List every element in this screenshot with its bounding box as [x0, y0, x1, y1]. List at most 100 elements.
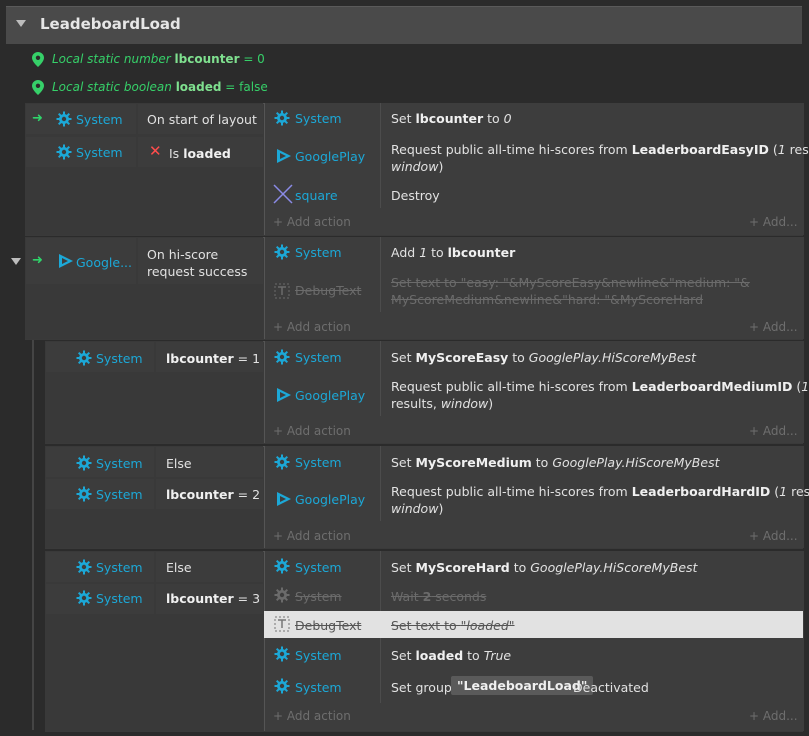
- action-text[interactable]: Request public all-time hi-scores from L…: [391, 483, 809, 500]
- system-gear-icon: [274, 454, 290, 470]
- action-text[interactable]: Add 1 to lbcounter: [391, 244, 515, 261]
- text-object-icon: [274, 616, 290, 632]
- add-more-link[interactable]: + Add...: [749, 529, 798, 543]
- system-gear-icon: [76, 559, 92, 575]
- action-object-label[interactable]: System: [295, 680, 342, 695]
- condition-text: lbcounter = 3: [166, 591, 261, 606]
- action-text[interactable]: Set MyScoreMedium to GooglePlay.HiScoreM…: [391, 454, 719, 471]
- condition-text: On hi-score: [147, 247, 219, 262]
- system-gear-icon: [56, 144, 72, 160]
- add-more-link[interactable]: + Add...: [749, 424, 798, 438]
- action-object-label[interactable]: System: [295, 111, 342, 126]
- add-more-link[interactable]: + Add...: [749, 215, 798, 229]
- condition-object-label: System: [96, 487, 143, 502]
- condition-text: On start of layout: [147, 112, 257, 127]
- system-gear-icon: [274, 244, 290, 260]
- condition-text: Else: [166, 456, 192, 471]
- action-object-label[interactable]: square: [295, 188, 338, 203]
- system-gear-icon: [274, 349, 290, 365]
- action-object-label[interactable]: System: [295, 648, 342, 663]
- condition-text: Else: [166, 560, 192, 575]
- action-text-continued: window): [391, 501, 444, 516]
- condition-text: lbcounter = 1: [166, 351, 261, 366]
- action-object-label[interactable]: System: [295, 560, 342, 575]
- expand-subevents-icon[interactable]: [11, 258, 21, 265]
- googleplay-icon: [277, 388, 291, 402]
- system-gear-icon: [274, 646, 290, 662]
- system-gear-icon: [274, 110, 290, 126]
- googleplay-icon: [59, 254, 73, 268]
- var-name: lbcounter: [174, 52, 240, 66]
- googleplay-icon: [277, 492, 291, 506]
- add-action-link[interactable]: + Add action: [273, 215, 351, 229]
- action-object-label[interactable]: GooglePlay: [295, 149, 365, 164]
- system-gear-icon: [76, 455, 92, 471]
- text-object-icon: [274, 283, 290, 299]
- action-object-label[interactable]: System: [295, 245, 342, 260]
- inverted-condition-icon: ✕: [149, 142, 162, 160]
- system-gear-icon: [274, 678, 290, 694]
- condition-text-line2: request success: [147, 264, 248, 279]
- action-text-continued: results, window): [391, 396, 494, 411]
- system-gear-icon: [56, 111, 72, 127]
- condition-object-label: System: [96, 351, 143, 366]
- local-variable-lbcounter[interactable]: Local static number lbcounter = 0: [32, 50, 332, 72]
- action-text-continued: window): [391, 159, 444, 174]
- condition-object-label: System: [76, 145, 123, 160]
- condition-object-label: Google...: [76, 255, 132, 270]
- action-object-label[interactable]: System: [295, 455, 342, 470]
- action-object-label-disabled[interactable]: DebugText: [295, 283, 361, 298]
- action-object-label-disabled[interactable]: DebugText: [295, 618, 361, 633]
- var-prefix: Local static boolean: [52, 80, 176, 94]
- condition-object-label: System: [96, 560, 143, 575]
- condition-text: Is loaded: [169, 146, 231, 161]
- condition-text: lbcounter = 2: [166, 487, 261, 502]
- action-text-disabled[interactable]: Set text to "easy: "&MyScoreEasy&newline…: [391, 274, 750, 291]
- action-text[interactable]: Set lbcounter to 0: [391, 110, 512, 127]
- action-text[interactable]: Set group: [391, 679, 452, 696]
- action-object-label[interactable]: System: [295, 350, 342, 365]
- add-action-link[interactable]: + Add action: [273, 709, 351, 723]
- condition-object-label: System: [96, 456, 143, 471]
- condition-object-label: System: [76, 112, 123, 127]
- system-gear-icon: [274, 558, 290, 574]
- var-value: = false: [221, 80, 268, 94]
- system-gear-icon-disabled: [274, 587, 290, 603]
- trigger-arrow-icon: ➜: [32, 253, 43, 268]
- add-action-link[interactable]: + Add action: [273, 529, 351, 543]
- var-value: = 0: [239, 52, 265, 66]
- add-action-link[interactable]: + Add action: [273, 320, 351, 334]
- action-object-label[interactable]: GooglePlay: [295, 492, 365, 507]
- system-gear-icon: [76, 486, 92, 502]
- trigger-arrow-icon: ➜: [32, 111, 43, 126]
- condition-object-label: System: [96, 591, 143, 606]
- action-text[interactable]: Set MyScoreHard to GooglePlay.HiScoreMyB…: [391, 559, 697, 576]
- variable-pin-icon: [32, 80, 44, 95]
- var-prefix: Local static number: [52, 52, 175, 66]
- action-text[interactable]: Set MyScoreEasy to GooglePlay.HiScoreMyB…: [391, 349, 696, 366]
- action-object-label[interactable]: GooglePlay: [295, 388, 365, 403]
- action-text-disabled[interactable]: Set text to "loaded": [391, 617, 515, 634]
- add-more-link[interactable]: + Add...: [749, 320, 798, 334]
- group-header[interactable]: LeadeboardLoad: [6, 6, 802, 44]
- add-more-link[interactable]: + Add...: [749, 709, 798, 723]
- system-gear-icon: [76, 350, 92, 366]
- subevent-guide: [32, 283, 34, 730]
- local-variable-loaded[interactable]: Local static boolean loaded = false: [32, 78, 332, 100]
- collapse-triangle-icon[interactable]: [16, 20, 26, 27]
- action-text[interactable]: Request public all-time hi-scores from L…: [391, 141, 809, 158]
- action-text[interactable]: Set loaded to True: [391, 647, 511, 664]
- action-text[interactable]: Request public all-time hi-scores from L…: [391, 378, 809, 395]
- action-text-disabled-line2: MyScoreMedium&newline&"hard: "&MyScoreHa…: [391, 292, 704, 307]
- action-text-suffix: Deactivated: [573, 680, 649, 695]
- add-action-link[interactable]: + Add action: [273, 424, 351, 438]
- googleplay-icon: [277, 149, 291, 163]
- action-text-disabled[interactable]: Wait 2 seconds: [391, 588, 486, 605]
- variable-pin-icon: [32, 52, 44, 67]
- action-text[interactable]: Destroy: [391, 187, 440, 204]
- action-object-label-disabled[interactable]: System: [295, 589, 342, 604]
- square-sprite-icon: [273, 184, 293, 204]
- group-name-badge: "LeadeboardLoad": [451, 676, 594, 695]
- var-name: loaded: [175, 80, 222, 94]
- group-title: LeadeboardLoad: [40, 15, 181, 33]
